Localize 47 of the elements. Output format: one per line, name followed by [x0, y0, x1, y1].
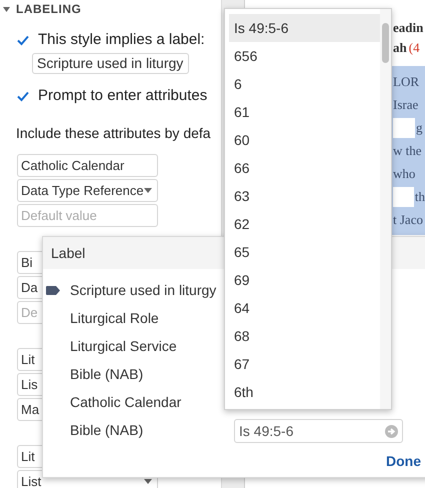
- dropdown-item[interactable]: 65: [229, 238, 380, 266]
- reference-field[interactable]: Is 49:5-6: [234, 419, 403, 443]
- passage-line: g: [416, 118, 422, 137]
- label-option[interactable]: Catholic Calendar: [43, 388, 223, 416]
- dropdown-item[interactable]: 67: [229, 350, 380, 378]
- passage-line: t Jaco: [393, 210, 423, 229]
- label-option[interactable]: Bible (NAB): [43, 360, 223, 388]
- dropdown-item[interactable]: 60: [229, 126, 380, 154]
- label-option[interactable]: Liturgical Service: [43, 332, 223, 360]
- label-option[interactable]: Liturgical Role: [43, 304, 223, 332]
- scrollbar[interactable]: [380, 9, 391, 409]
- select-field[interactable]: Data Type Reference: [17, 179, 158, 202]
- label-option[interactable]: Scripture used in liturgy: [43, 276, 223, 304]
- tag-icon: [46, 286, 60, 294]
- option-label: Prompt to enter attributes: [38, 86, 208, 106]
- passage-line: LOR: [393, 72, 419, 91]
- dialog-title: Label: [51, 244, 86, 262]
- dropdown-item[interactable]: 62: [229, 210, 380, 238]
- section-title: LABELING: [16, 1, 82, 18]
- passage-line: who: [393, 164, 416, 183]
- input-field[interactable]: Catholic Calendar: [17, 154, 158, 177]
- dropdown-item[interactable]: 6th: [229, 378, 380, 406]
- dropdown-item[interactable]: 61: [229, 98, 380, 126]
- reading-heading: eadin: [393, 19, 424, 37]
- dropdown-item[interactable]: 64: [229, 294, 380, 322]
- verse-reference: (4: [408, 39, 420, 57]
- dropdown-item[interactable]: 68: [229, 322, 380, 350]
- done-link[interactable]: Done: [386, 451, 421, 472]
- label-input[interactable]: Scripture used in liturgy: [32, 53, 189, 74]
- book-name: ah: [393, 39, 407, 57]
- passage-line: w the: [393, 142, 422, 160]
- checkbox[interactable]: [16, 33, 30, 47]
- passage-line: Israe: [393, 96, 418, 114]
- checkbox[interactable]: [16, 89, 30, 103]
- dropdown-item[interactable]: Is 49:5-6: [229, 14, 380, 42]
- input-field[interactable]: Default value: [17, 204, 158, 227]
- dropdown-item[interactable]: 66: [229, 154, 380, 182]
- dropdown-item[interactable]: 656: [229, 42, 380, 70]
- caret-icon: [144, 188, 152, 193]
- option-label: This style implies a label:: [38, 30, 205, 50]
- dropdown-item[interactable]: 69: [229, 266, 380, 294]
- include-attributes-label: Include these attributes by defa: [16, 124, 212, 143]
- passage-line: th: [414, 188, 425, 206]
- label-option[interactable]: Bible (NAB): [43, 416, 223, 444]
- dropdown-item[interactable]: 63: [229, 182, 380, 210]
- collapse-caret-icon[interactable]: [3, 6, 10, 12]
- dropdown-item[interactable]: 6: [229, 70, 380, 98]
